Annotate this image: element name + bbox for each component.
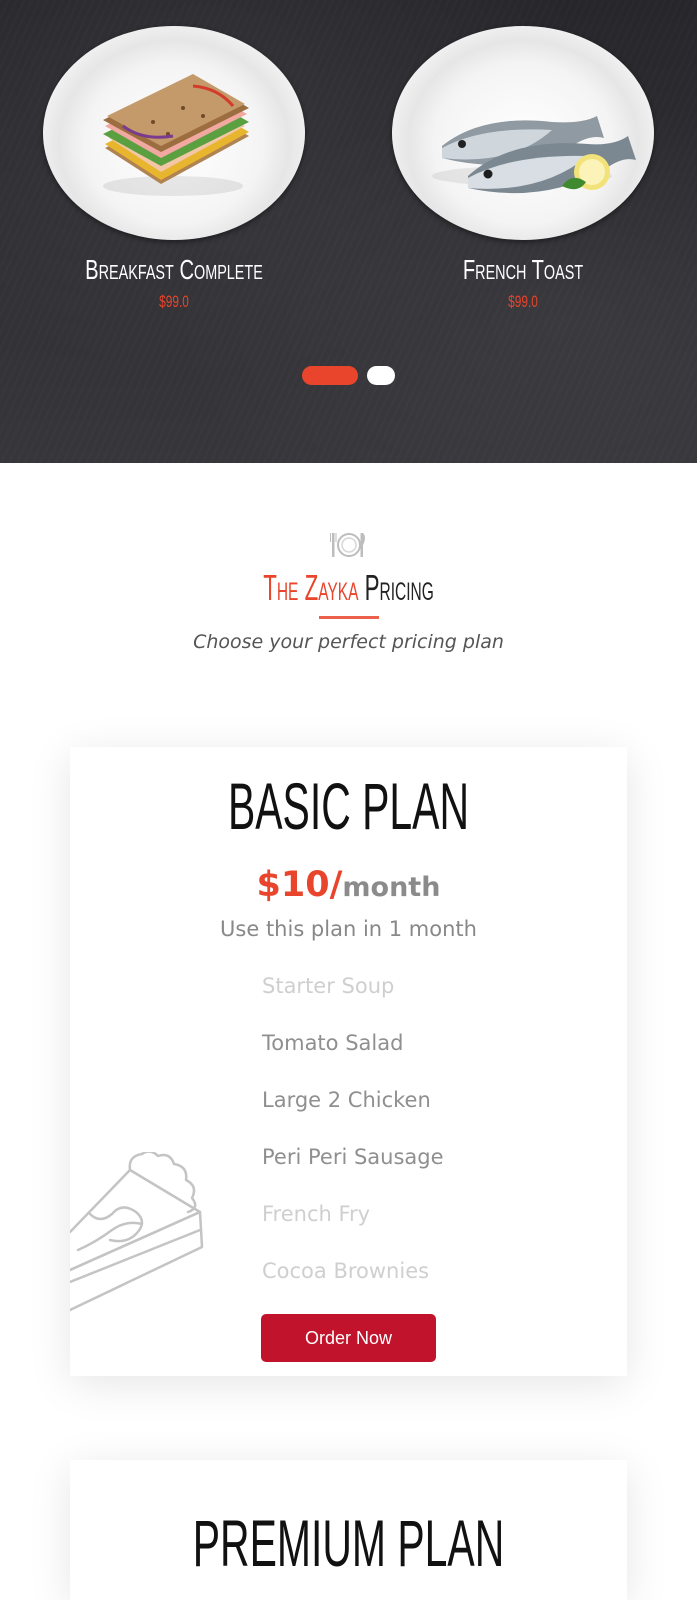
feature-item: Starter Soup — [262, 974, 395, 998]
carousel-pager — [0, 365, 697, 385]
carousel-dot-active[interactable] — [301, 366, 358, 385]
section-title-accent: The Zayka — [263, 567, 359, 608]
pricing-card-basic: BASIC PLAN $10/month Use this plan in 1 … — [70, 747, 627, 1376]
feature-item: French Fry — [262, 1202, 371, 1226]
plan-period: month — [342, 872, 441, 903]
dish-name[interactable]: French Toast — [426, 254, 620, 286]
order-now-button[interactable]: Order Now — [261, 1314, 436, 1362]
feature-item: Cocoa Brownies — [262, 1259, 430, 1283]
plan-name: BASIC PLAN — [227, 769, 470, 843]
carousel-slide[interactable]: French Toast $99.0 — [388, 0, 658, 312]
dish-price: $99.0 — [159, 292, 189, 311]
sandwich-plate-icon — [43, 26, 305, 240]
pricing-heading: The Zayka Pricing Choose your perfect pr… — [0, 530, 697, 653]
carousel-dot[interactable] — [367, 366, 396, 385]
title-underline — [318, 616, 379, 619]
pricing-card-premium: PREMIUM PLAN — [70, 1460, 627, 1600]
section-title-plain: Pricing — [364, 567, 434, 608]
cutlery-plate-icon — [329, 530, 369, 564]
dish-price: $99.0 — [508, 292, 538, 311]
section-title: The Zayka Pricing — [132, 568, 564, 608]
feature-item: Large 2 Chicken — [262, 1088, 431, 1112]
plan-price: $10/month — [70, 865, 627, 905]
plan-name: PREMIUM PLAN — [192, 1506, 505, 1580]
cake-slice-icon — [70, 1152, 204, 1312]
menu-carousel: Breakfast Complete $99.0 French Toast $9 — [0, 0, 697, 463]
feature-item: Peri Peri Sausage — [262, 1145, 444, 1169]
plan-amount: $10/ — [256, 865, 343, 905]
fish-plate-icon — [392, 26, 654, 240]
section-subtitle: Choose your perfect pricing plan — [193, 631, 504, 653]
feature-item: Tomato Salad — [262, 1031, 404, 1055]
carousel-slide[interactable]: Breakfast Complete $99.0 — [39, 0, 309, 312]
plan-duration: Use this plan in 1 month — [220, 917, 477, 941]
dish-name[interactable]: Breakfast Complete — [77, 254, 271, 286]
